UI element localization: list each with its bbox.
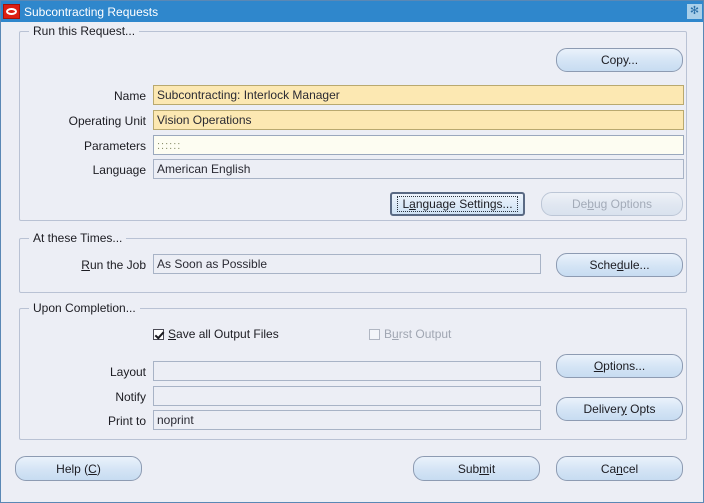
name-field[interactable]: Subcontracting: Interlock Manager (153, 85, 684, 105)
subcontracting-requests-window: Subcontracting Requests ✻ Run this Reque… (0, 0, 704, 503)
options-button[interactable]: Options... (556, 354, 683, 378)
parameters-field[interactable]: :::::: (153, 135, 684, 155)
save-all-output-files-label: Save all Output Files (168, 327, 279, 341)
run-the-job-field: As Soon as Possible (153, 254, 541, 274)
cancel-button[interactable]: Cancel (556, 456, 683, 481)
delivery-opts-button[interactable]: Delivery Opts (556, 397, 683, 421)
window-title: Subcontracting Requests (24, 4, 159, 19)
operating-unit-field[interactable]: Vision Operations (153, 110, 684, 130)
checkbox-checked-icon (153, 328, 164, 340)
save-all-output-files-checkbox[interactable]: Save all Output Files (153, 327, 279, 341)
run-the-job-label: Run the Job (81, 258, 146, 272)
notify-field[interactable] (153, 386, 541, 406)
burst-output-label: Burst Output (384, 327, 452, 341)
name-label: Name (113, 89, 146, 103)
window-titlebar: Subcontracting Requests ✻ (1, 1, 703, 22)
notify-label: Notify (115, 390, 146, 404)
parameters-label: Parameters (83, 139, 146, 153)
language-settings-button[interactable]: Language Settings... (390, 192, 525, 216)
checkbox-unchecked-icon (369, 328, 380, 340)
print-to-label: Print to (107, 414, 146, 428)
schedule-button[interactable]: Schedule... (556, 253, 683, 277)
print-to-field[interactable]: noprint (153, 410, 541, 430)
close-icon[interactable]: ✻ (687, 4, 702, 19)
at-these-times-title: At these Times... (29, 231, 127, 245)
layout-field[interactable] (153, 361, 541, 381)
language-label: Language (92, 163, 146, 177)
layout-label: Layout (109, 365, 146, 379)
oracle-logo-icon (3, 4, 20, 19)
submit-button[interactable]: Submit (413, 456, 540, 481)
language-field: American English (153, 159, 684, 179)
upon-completion-title: Upon Completion... (29, 301, 140, 315)
operating-unit-label: Operating Unit (68, 114, 146, 128)
run-this-request-title: Run this Request... (29, 24, 140, 38)
help-button[interactable]: Help (C) (15, 456, 142, 481)
debug-options-button: Debug Options (541, 192, 683, 216)
parameters-value: :::::: (157, 140, 182, 152)
burst-output-checkbox: Burst Output (369, 327, 451, 341)
copy-button[interactable]: Copy... (556, 48, 683, 72)
